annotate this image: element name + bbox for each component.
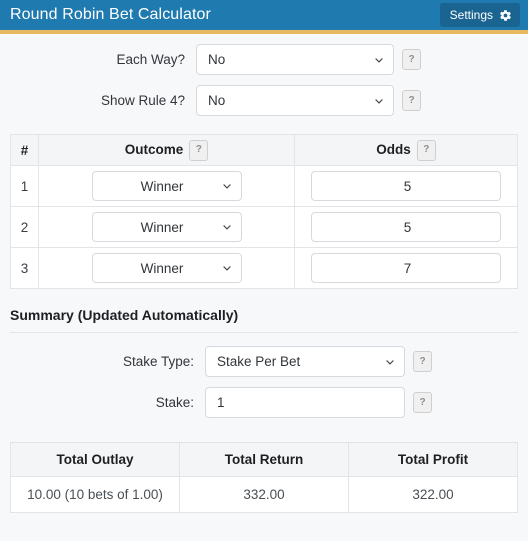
stake-help-button[interactable]: ? (413, 392, 432, 413)
stake-type-select[interactable]: Stake Per Bet (205, 346, 405, 377)
chevron-down-icon (221, 221, 233, 233)
bet-odds-cell: 5 (294, 165, 518, 207)
page-title: Round Robin Bet Calculator (10, 6, 211, 23)
settings-button-label: Settings (449, 8, 493, 22)
total-profit-value: 322.00 (348, 476, 518, 513)
bets-column-outcome-label: Outcome (124, 141, 184, 157)
chevron-down-icon (373, 95, 385, 107)
table-row: 2 Winner 5 (10, 206, 518, 248)
odds-input-1[interactable]: 5 (311, 171, 501, 201)
show-rule4-help-button[interactable]: ? (402, 90, 421, 111)
stake-type-row: Stake Type: Stake Per Bet ? (0, 346, 528, 377)
show-rule4-row: Show Rule 4? No ? (0, 85, 528, 116)
chevron-down-icon (221, 262, 233, 274)
outcome-value-3: Winner (140, 260, 184, 276)
outcome-help-button[interactable]: ? (189, 139, 209, 161)
bet-number-cell: 2 (10, 206, 39, 248)
outcome-value-1: Winner (140, 178, 184, 194)
show-rule4-select[interactable]: No (196, 85, 394, 116)
bet-outcome-cell: Winner (38, 247, 295, 289)
odds-input-2[interactable]: 5 (311, 212, 501, 242)
table-row: 1 Winner 5 (10, 165, 518, 207)
totals-header-row: Total Outlay Total Return Total Profit (10, 442, 518, 477)
totals-column-return: Total Return (179, 442, 349, 477)
outcome-select-3[interactable]: Winner (91, 253, 242, 283)
bet-outcome-cell: Winner (38, 206, 295, 248)
stake-label: Stake: (155, 395, 194, 410)
bet-odds-cell: 5 (294, 206, 518, 248)
options-form: Each Way? No ? Show Rule 4? No ? (0, 34, 528, 130)
bet-outcome-cell: Winner (38, 165, 295, 207)
chevron-down-icon (384, 356, 396, 368)
odds-input-3[interactable]: 7 (311, 253, 501, 283)
app-header: Round Robin Bet Calculator Settings (0, 0, 528, 34)
odds-value-1: 5 (403, 178, 412, 194)
each-way-value: No (208, 52, 226, 67)
odds-help-button[interactable]: ? (416, 139, 436, 161)
totals-column-profit: Total Profit (348, 442, 518, 477)
each-way-row: Each Way? No ? (0, 44, 528, 75)
bets-column-odds: Odds? (294, 134, 518, 166)
totals-column-outlay: Total Outlay (10, 442, 180, 477)
odds-value-2: 5 (403, 219, 412, 235)
stake-type-help-button[interactable]: ? (413, 351, 432, 372)
each-way-help-button[interactable]: ? (402, 49, 421, 70)
table-row: 3 Winner 7 (10, 247, 518, 289)
bets-table: # Outcome? Odds? 1 Winner 5 2 Winner 5 3… (10, 134, 518, 289)
stake-input[interactable]: 1 (205, 387, 405, 418)
total-return-value: 332.00 (179, 476, 349, 513)
bet-number-cell: 1 (10, 165, 39, 207)
summary-heading: Summary (Updated Automatically) (10, 307, 239, 323)
outcome-select-2[interactable]: Winner (91, 212, 242, 242)
stake-type-value: Stake Per Bet (217, 354, 301, 369)
show-rule4-label: Show Rule 4? (100, 93, 185, 108)
bets-column-number: # (10, 134, 39, 166)
chevron-down-icon (373, 54, 385, 66)
outcome-select-1[interactable]: Winner (91, 171, 242, 201)
totals-table: Total Outlay Total Return Total Profit 1… (10, 442, 518, 513)
odds-value-3: 7 (403, 260, 412, 276)
stake-value: 1 (217, 395, 225, 410)
outcome-value-2: Winner (140, 219, 184, 235)
totals-value-row: 10.00 (10 bets of 1.00) 332.00 322.00 (10, 476, 518, 513)
bet-number-cell: 3 (10, 247, 39, 289)
gear-icon (499, 9, 512, 22)
chevron-down-icon (221, 180, 233, 192)
each-way-select[interactable]: No (196, 44, 394, 75)
show-rule4-value: No (208, 93, 226, 108)
bets-column-outcome: Outcome? (38, 134, 295, 166)
bet-odds-cell: 7 (294, 247, 518, 289)
settings-button[interactable]: Settings (439, 3, 520, 27)
bets-table-header-row: # Outcome? Odds? (10, 134, 518, 166)
each-way-label: Each Way? (116, 52, 185, 67)
bets-column-odds-label: Odds (376, 141, 411, 157)
summary-form: Stake Type: Stake Per Bet ? Stake: 1 ? (0, 333, 528, 432)
total-outlay-value: 10.00 (10 bets of 1.00) (10, 476, 180, 513)
stake-type-label: Stake Type: (122, 354, 194, 369)
stake-row: Stake: 1 ? (0, 387, 528, 418)
